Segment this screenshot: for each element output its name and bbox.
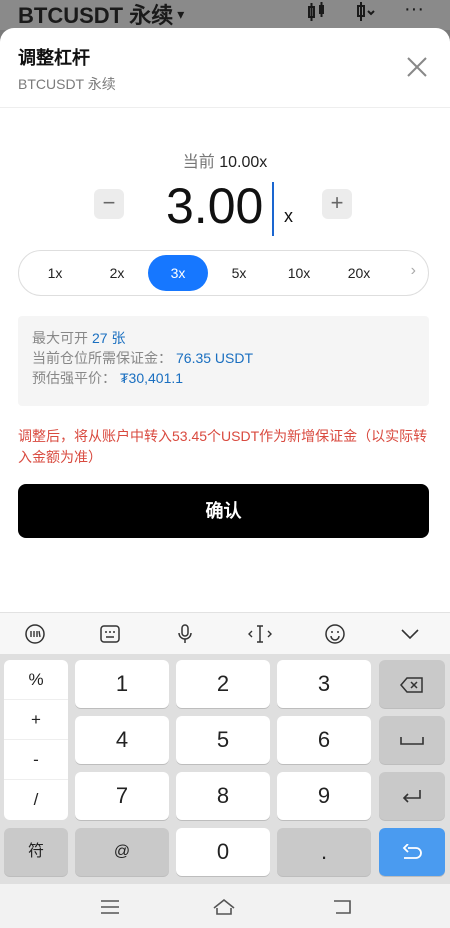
preset-1x[interactable]: 1x	[25, 255, 85, 291]
symbol-title[interactable]: BTCUSDT 永续 ▾	[18, 0, 184, 30]
enter-icon	[402, 843, 422, 860]
max-open-row: 最大可开 27 张	[32, 328, 415, 348]
margin-value: 76.35 USDT	[176, 350, 254, 366]
caret-down-icon: ▾	[177, 5, 185, 22]
key-0[interactable]: 0	[176, 828, 270, 876]
backspace-icon	[400, 677, 423, 693]
text-cursor	[272, 182, 274, 236]
key-7[interactable]: 7	[75, 772, 169, 820]
leverage-unit: x	[284, 206, 293, 226]
position-info-box: 最大可开 27 张 当前仓位所需保证金： 76.35 USDT 预估强平价： ₮30,…	[18, 316, 429, 406]
enter-key[interactable]	[379, 828, 445, 876]
margin-label: 当前仓位所需保证金：	[32, 350, 172, 366]
key-slash[interactable]: /	[4, 780, 68, 820]
home-icon[interactable]	[212, 896, 236, 918]
key-2[interactable]: 2	[176, 660, 270, 708]
max-open-label: 最大可开	[32, 330, 88, 346]
leverage-presets: 1x 2x 3x 5x 10x 20x ›	[18, 250, 429, 296]
preset-5x[interactable]: 5x	[209, 255, 269, 291]
back-icon[interactable]	[330, 896, 354, 918]
sheet-subtitle: BTCUSDT 永续	[18, 76, 116, 92]
key-dot[interactable]: .	[277, 828, 371, 876]
current-leverage-label: 当前	[182, 154, 215, 171]
chevron-down-icon[interactable]	[397, 621, 423, 647]
sheet-header: 调整杠杆 BTCUSDT 永续	[0, 28, 450, 108]
key-3[interactable]: 3	[277, 660, 371, 708]
increase-button[interactable]: +	[322, 189, 352, 219]
emoji-icon[interactable]	[322, 621, 348, 647]
cursor-icon[interactable]	[247, 621, 273, 647]
system-nav-bar	[0, 884, 450, 928]
keyboard-icon[interactable]	[97, 621, 123, 647]
symbol-switch-key[interactable]: 符	[4, 828, 68, 876]
keyboard-toolbar	[0, 612, 450, 654]
numeric-keyboard: % + - / 1 2 3 4 5 6 7 8 9 符 @ 0 .	[0, 654, 450, 884]
newline-key[interactable]	[379, 772, 445, 820]
chevron-right-icon[interactable]: ›	[411, 262, 416, 280]
preset-10x[interactable]: 10x	[269, 255, 329, 291]
microphone-icon[interactable]	[172, 621, 198, 647]
preset-20x[interactable]: 20x	[329, 255, 389, 291]
confirm-button[interactable]: 确认	[18, 484, 429, 538]
background-header: BTCUSDT 永续 ▾ ···	[0, 0, 450, 30]
key-5[interactable]: 5	[176, 716, 270, 764]
leverage-input[interactable]: 3.00	[166, 176, 263, 236]
current-leverage-value: 10.00x	[219, 154, 268, 171]
key-4[interactable]: 4	[75, 716, 169, 764]
key-at[interactable]: @	[75, 828, 169, 876]
space-icon	[400, 737, 424, 745]
current-leverage: 当前 10.00x	[0, 148, 450, 172]
key-plus[interactable]: +	[4, 700, 68, 740]
symbol-title-text: BTCUSDT 永续	[18, 3, 174, 28]
menu-icon[interactable]	[98, 896, 122, 918]
liquidation-label: 预估强平价：	[32, 370, 116, 386]
key-8[interactable]: 8	[176, 772, 270, 820]
more-icon[interactable]: ···	[404, 0, 424, 21]
key-1[interactable]: 1	[75, 660, 169, 708]
preset-2x[interactable]: 2x	[87, 255, 147, 291]
key-6[interactable]: 6	[277, 716, 371, 764]
key-minus[interactable]: -	[4, 740, 68, 780]
backspace-key[interactable]	[379, 660, 445, 708]
key-percent[interactable]: %	[4, 660, 68, 700]
sheet-title: 调整杠杆	[18, 48, 90, 68]
margin-warning: 调整后，将从账户中转入53.45个USDT作为新增保证金（以实际转入金额为准）	[18, 428, 428, 465]
return-icon	[402, 790, 421, 803]
keyboard-switch-icon[interactable]	[22, 621, 48, 647]
space-key[interactable]	[379, 716, 445, 764]
liquidation-row: 预估强平价： ₮30,401.1	[32, 368, 415, 388]
liquidation-value: ₮30,401.1	[120, 370, 184, 386]
symbol-column: % + - /	[4, 660, 68, 820]
decrease-button[interactable]: −	[94, 189, 124, 219]
margin-row: 当前仓位所需保证金： 76.35 USDT	[32, 348, 415, 368]
candlestick-icon[interactable]	[306, 2, 328, 27]
key-9[interactable]: 9	[277, 772, 371, 820]
indicator-icon[interactable]	[354, 2, 376, 27]
close-icon[interactable]	[404, 54, 430, 80]
preset-3x[interactable]: 3x	[148, 255, 208, 291]
max-open-value: 27 张	[92, 330, 126, 346]
leverage-stepper: − 3.00 x +	[0, 176, 450, 240]
